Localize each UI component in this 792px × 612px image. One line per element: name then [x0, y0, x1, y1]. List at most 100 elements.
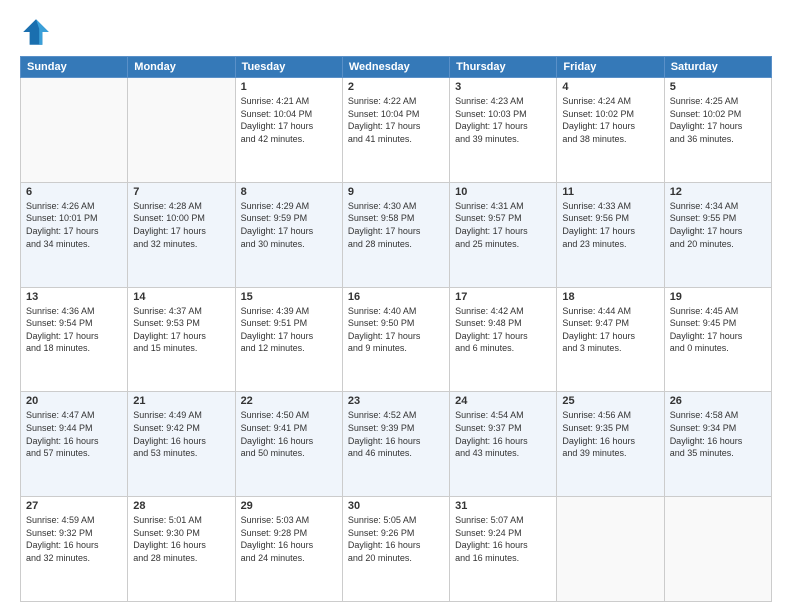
day-info: Sunrise: 4:47 AM Sunset: 9:44 PM Dayligh… — [26, 409, 122, 459]
day-number: 23 — [348, 395, 444, 407]
calendar-day-cell: 27Sunrise: 4:59 AM Sunset: 9:32 PM Dayli… — [21, 497, 128, 602]
day-number: 13 — [26, 291, 122, 303]
calendar-day-cell: 15 Sunrise: 4:39 AM Sunset: 9:51 PM Dayli… — [235, 287, 342, 392]
calendar-week-row: 6 Sunrise: 4:26 AM Sunset: 10:01 PM Dayli… — [21, 182, 772, 287]
day-number: 31 — [455, 500, 551, 512]
weekday-header: Thursday — [450, 57, 557, 78]
calendar-header: SundayMondayTuesdayWednesdayThursdayFrid… — [21, 57, 772, 78]
day-number: 22 — [241, 395, 337, 407]
calendar-day-cell: 10 Sunrise: 4:31 AM Sunset: 9:57 PM Dayli… — [450, 182, 557, 287]
day-info: Sunrise: 5:03 AM Sunset: 9:28 PM Dayligh… — [241, 514, 337, 564]
day-info: Sunrise: 4:28 AM Sunset: 10:00 PM Daylig… — [133, 200, 229, 250]
calendar-day-cell: 24 Sunrise: 4:54 AM Sunset: 9:37 PM Dayli… — [450, 392, 557, 497]
calendar-day-cell: 31 Sunrise: 5:07 AM Sunset: 9:24 PM Dayli… — [450, 497, 557, 602]
day-number: 28 — [133, 500, 229, 512]
calendar-day-cell: 22 Sunrise: 4:50 AM Sunset: 9:41 PM Dayli… — [235, 392, 342, 497]
calendar-week-row: 1 Sunrise: 4:21 AM Sunset: 10:04 PM Dayli… — [21, 78, 772, 183]
weekday-header: Friday — [557, 57, 664, 78]
calendar-day-cell: 30 Sunrise: 5:05 AM Sunset: 9:26 PM Dayli… — [342, 497, 449, 602]
calendar-day-cell: 21 Sunrise: 4:49 AM Sunset: 9:42 PM Dayli… — [128, 392, 235, 497]
calendar-day-cell: 18 Sunrise: 4:44 AM Sunset: 9:47 PM Dayli… — [557, 287, 664, 392]
day-info: Sunrise: 4:34 AM Sunset: 9:55 PM Dayligh… — [670, 200, 766, 250]
day-number: 27 — [26, 500, 122, 512]
day-number: 25 — [562, 395, 658, 407]
day-info: Sunrise: 4:44 AM Sunset: 9:47 PM Dayligh… — [562, 305, 658, 355]
page: SundayMondayTuesdayWednesdayThursdayFrid… — [0, 0, 792, 612]
day-number: 21 — [133, 395, 229, 407]
calendar-day-cell: 3 Sunrise: 4:23 AM Sunset: 10:03 PM Dayli… — [450, 78, 557, 183]
calendar-day-cell: 5 Sunrise: 4:25 AM Sunset: 10:02 PM Dayli… — [664, 78, 771, 183]
calendar-day-cell — [557, 497, 664, 602]
day-number: 1 — [241, 81, 337, 93]
weekday-header: Tuesday — [235, 57, 342, 78]
calendar-day-cell: 11Sunrise: 4:33 AM Sunset: 9:56 PM Dayli… — [557, 182, 664, 287]
day-info: Sunrise: 4:42 AM Sunset: 9:48 PM Dayligh… — [455, 305, 551, 355]
day-info: Sunrise: 4:50 AM Sunset: 9:41 PM Dayligh… — [241, 409, 337, 459]
day-number: 5 — [670, 81, 766, 93]
calendar-week-row: 20 Sunrise: 4:47 AM Sunset: 9:44 PM Dayli… — [21, 392, 772, 497]
day-info: Sunrise: 4:52 AM Sunset: 9:39 PM Dayligh… — [348, 409, 444, 459]
calendar-day-cell: 16Sunrise: 4:40 AM Sunset: 9:50 PM Dayli… — [342, 287, 449, 392]
day-info: Sunrise: 5:05 AM Sunset: 9:26 PM Dayligh… — [348, 514, 444, 564]
calendar-week-row: 27Sunrise: 4:59 AM Sunset: 9:32 PM Dayli… — [21, 497, 772, 602]
calendar-day-cell — [664, 497, 771, 602]
day-info: Sunrise: 4:30 AM Sunset: 9:58 PM Dayligh… — [348, 200, 444, 250]
day-number: 3 — [455, 81, 551, 93]
calendar-day-cell: 23 Sunrise: 4:52 AM Sunset: 9:39 PM Dayli… — [342, 392, 449, 497]
calendar-day-cell: 9 Sunrise: 4:30 AM Sunset: 9:58 PM Daylig… — [342, 182, 449, 287]
day-info: Sunrise: 5:07 AM Sunset: 9:24 PM Dayligh… — [455, 514, 551, 564]
logo — [20, 16, 56, 48]
day-number: 18 — [562, 291, 658, 303]
calendar-day-cell: 14Sunrise: 4:37 AM Sunset: 9:53 PM Dayli… — [128, 287, 235, 392]
day-number: 8 — [241, 186, 337, 198]
day-info: Sunrise: 4:37 AM Sunset: 9:53 PM Dayligh… — [133, 305, 229, 355]
calendar-body: 1 Sunrise: 4:21 AM Sunset: 10:04 PM Dayli… — [21, 78, 772, 602]
day-number: 16 — [348, 291, 444, 303]
calendar-day-cell: 17 Sunrise: 4:42 AM Sunset: 9:48 PM Dayli… — [450, 287, 557, 392]
day-info: Sunrise: 4:49 AM Sunset: 9:42 PM Dayligh… — [133, 409, 229, 459]
calendar-day-cell: 6 Sunrise: 4:26 AM Sunset: 10:01 PM Dayli… — [21, 182, 128, 287]
day-info: Sunrise: 4:22 AM Sunset: 10:04 PM Daylig… — [348, 95, 444, 145]
calendar-day-cell: 8Sunrise: 4:29 AM Sunset: 9:59 PM Daylig… — [235, 182, 342, 287]
day-number: 20 — [26, 395, 122, 407]
calendar-day-cell: 7Sunrise: 4:28 AM Sunset: 10:00 PM Dayli… — [128, 182, 235, 287]
calendar-day-cell: 20 Sunrise: 4:47 AM Sunset: 9:44 PM Dayli… — [21, 392, 128, 497]
calendar-day-cell: 28Sunrise: 5:01 AM Sunset: 9:30 PM Dayli… — [128, 497, 235, 602]
day-info: Sunrise: 4:54 AM Sunset: 9:37 PM Dayligh… — [455, 409, 551, 459]
calendar-day-cell — [128, 78, 235, 183]
day-number: 12 — [670, 186, 766, 198]
day-info: Sunrise: 4:33 AM Sunset: 9:56 PM Dayligh… — [562, 200, 658, 250]
day-info: Sunrise: 4:26 AM Sunset: 10:01 PM Daylig… — [26, 200, 122, 250]
header — [20, 16, 772, 48]
logo-icon — [20, 16, 52, 48]
calendar-day-cell: 1 Sunrise: 4:21 AM Sunset: 10:04 PM Dayli… — [235, 78, 342, 183]
day-info: Sunrise: 4:36 AM Sunset: 9:54 PM Dayligh… — [26, 305, 122, 355]
day-info: Sunrise: 4:23 AM Sunset: 10:03 PM Daylig… — [455, 95, 551, 145]
weekday-header: Sunday — [21, 57, 128, 78]
weekday-row: SundayMondayTuesdayWednesdayThursdayFrid… — [21, 57, 772, 78]
calendar-week-row: 13 Sunrise: 4:36 AM Sunset: 9:54 PM Dayli… — [21, 287, 772, 392]
calendar-day-cell — [21, 78, 128, 183]
day-info: Sunrise: 4:39 AM Sunset: 9:51 PM Dayligh… — [241, 305, 337, 355]
day-number: 24 — [455, 395, 551, 407]
calendar-day-cell: 26Sunrise: 4:58 AM Sunset: 9:34 PM Dayli… — [664, 392, 771, 497]
calendar-day-cell: 19Sunrise: 4:45 AM Sunset: 9:45 PM Dayli… — [664, 287, 771, 392]
weekday-header: Monday — [128, 57, 235, 78]
day-number: 30 — [348, 500, 444, 512]
day-number: 17 — [455, 291, 551, 303]
calendar-day-cell: 13 Sunrise: 4:36 AM Sunset: 9:54 PM Dayli… — [21, 287, 128, 392]
day-info: Sunrise: 4:25 AM Sunset: 10:02 PM Daylig… — [670, 95, 766, 145]
weekday-header: Wednesday — [342, 57, 449, 78]
day-number: 26 — [670, 395, 766, 407]
weekday-header: Saturday — [664, 57, 771, 78]
calendar-day-cell: 25Sunrise: 4:56 AM Sunset: 9:35 PM Dayli… — [557, 392, 664, 497]
day-number: 10 — [455, 186, 551, 198]
day-number: 29 — [241, 500, 337, 512]
day-info: Sunrise: 4:31 AM Sunset: 9:57 PM Dayligh… — [455, 200, 551, 250]
calendar-day-cell: 2 Sunrise: 4:22 AM Sunset: 10:04 PM Dayli… — [342, 78, 449, 183]
day-info: Sunrise: 4:21 AM Sunset: 10:04 PM Daylig… — [241, 95, 337, 145]
day-number: 15 — [241, 291, 337, 303]
day-number: 9 — [348, 186, 444, 198]
day-number: 6 — [26, 186, 122, 198]
day-number: 2 — [348, 81, 444, 93]
